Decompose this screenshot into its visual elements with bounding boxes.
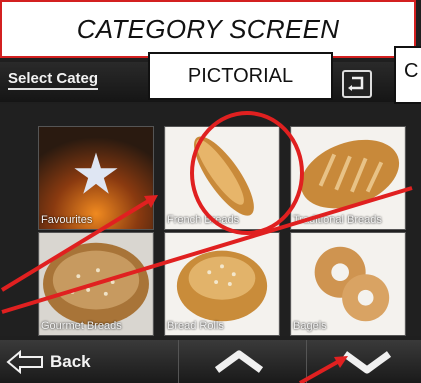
back-arrow-icon [6, 350, 43, 374]
category-tile-bread-rolls[interactable]: Bread Rolls [164, 232, 280, 336]
caption-title-box: CATEGORY SCREEN [0, 0, 416, 58]
back-button-label: Back [50, 352, 91, 371]
tile-label: Gourmet Breads [41, 320, 122, 332]
clipped-callout-label: C [404, 60, 419, 82]
category-tile-bagels[interactable]: Bagels [290, 232, 406, 336]
category-tile-traditional-breads[interactable]: Traditional Breads [290, 126, 406, 230]
undo-arrow-icon [348, 76, 364, 91]
clipped-callout-box: C [394, 46, 421, 104]
category-grid: Favourites French Breads Traditional Bre… [0, 104, 421, 336]
caption-title: CATEGORY SCREEN [76, 13, 340, 44]
tile-label: Bread Rolls [167, 320, 224, 332]
chevron-up-icon [214, 350, 264, 373]
tile-label: Bagels [293, 320, 327, 332]
screenshot-frame: Select Categ Favourites French Breads Tr… [0, 0, 421, 383]
tile-label: French Breads [167, 214, 240, 226]
tile-label: Traditional Breads [293, 214, 382, 226]
pictorial-callout-box: PICTORIAL [148, 52, 333, 100]
chevron-down-icon [342, 351, 392, 374]
scroll-up-button[interactable] [178, 340, 298, 383]
scroll-down-button[interactable] [306, 340, 421, 383]
category-tile-favourites[interactable]: Favourites [38, 126, 154, 230]
select-category-label: Select Categ [8, 70, 99, 90]
category-tile-gourmet-breads[interactable]: Gourmet Breads [38, 232, 154, 336]
undo-button[interactable] [342, 70, 372, 98]
tile-label: Favourites [41, 214, 93, 226]
category-tile-french-breads[interactable]: French Breads [164, 126, 280, 230]
pictorial-label: PICTORIAL [187, 64, 294, 87]
